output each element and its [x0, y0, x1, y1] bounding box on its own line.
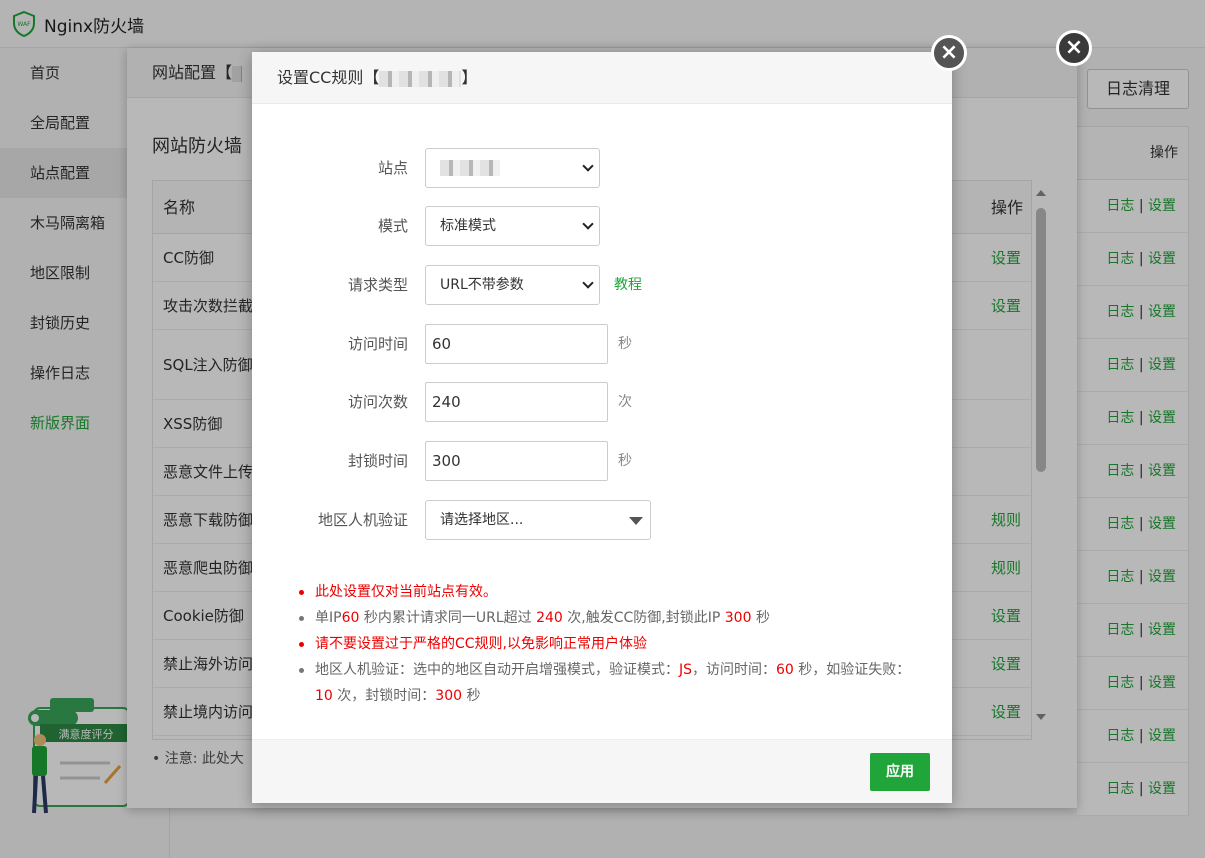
- tip-item: 地区人机验证：选中的地区自动开启增强模式，验证模式：JS，访问时间：60 秒，如…: [297, 657, 917, 709]
- cc-rule-title-text: 设置CC规则【: [277, 68, 380, 87]
- visit-time-row: 访问时间 60 秒: [252, 324, 952, 364]
- region-select[interactable]: 请选择地区...: [425, 500, 651, 540]
- mode-label: 模式: [377, 217, 408, 235]
- redacted-site-value: [440, 160, 500, 176]
- request-type-select[interactable]: URL不带参数: [425, 265, 600, 305]
- tip-text: ，访问时间：: [692, 662, 777, 678]
- close-site-config-icon[interactable]: ×: [1056, 30, 1092, 66]
- tip-value: 60: [341, 610, 360, 626]
- region-verify-label: 地区人机验证: [317, 511, 408, 529]
- redacted-site-name: [379, 70, 462, 87]
- site-select[interactable]: [425, 148, 600, 188]
- site-label: 站点: [377, 159, 408, 177]
- close-cc-rule-icon[interactable]: ×: [931, 35, 967, 71]
- mode-row: 模式 标准模式: [252, 206, 952, 246]
- cc-rule-footer: 应用: [252, 739, 952, 803]
- request-type-row: 请求类型 URL不带参数 教程: [252, 265, 952, 305]
- region-verify-row: 地区人机验证 请选择地区...: [252, 500, 952, 540]
- cc-rule-dialog: 设置CC规则【 】 站点 模式 标准模式 请求类型 URL不带参数 教程 访问时间…: [252, 52, 952, 803]
- tip-value: 300: [435, 688, 463, 704]
- apply-button[interactable]: 应用: [870, 753, 930, 791]
- tip-text: 秒内累计请求同一URL超过: [359, 610, 537, 626]
- block-time-row: 封锁时间 300 秒: [252, 441, 952, 481]
- visit-count-row: 访问次数 240 次: [252, 382, 952, 422]
- tip-text: 次,触发CC防御,封锁此IP: [562, 610, 725, 626]
- tip-value: 300: [724, 610, 752, 626]
- tip-value: 60: [776, 662, 794, 678]
- visit-count-input[interactable]: 240: [425, 382, 608, 422]
- block-time-unit: 秒: [618, 453, 632, 469]
- visit-time-unit: 秒: [618, 336, 632, 352]
- chevron-down-icon: [582, 218, 594, 230]
- tip-text: 秒，如验证失败：: [793, 662, 911, 678]
- tip-text: 单IP: [315, 610, 342, 626]
- chevron-down-icon: [582, 277, 594, 289]
- tip-text: 地区人机验证：选中的地区自动开启增强模式，验证模式：: [315, 662, 679, 678]
- tip-text: 秒: [462, 688, 481, 704]
- mode-value: 标准模式: [440, 218, 496, 234]
- tips-list: 此处设置仅对当前站点有效。 单IP60 秒内累计请求同一URL超过 240 次,…: [297, 579, 917, 709]
- tip-item: 此处设置仅对当前站点有效。: [297, 579, 917, 605]
- visit-time-input[interactable]: 60: [425, 324, 608, 364]
- site-row: 站点: [252, 148, 952, 188]
- request-type-label: 请求类型: [347, 276, 408, 294]
- tip-text: 次，封锁时间：: [332, 688, 436, 704]
- tutorial-link[interactable]: 教程: [614, 265, 642, 305]
- tip-item: 请不要设置过于严格的CC规则,以免影响正常用户体验: [297, 631, 917, 657]
- mode-select[interactable]: 标准模式: [425, 206, 600, 246]
- tip-value: 240: [536, 610, 563, 626]
- tip-value: JS: [679, 662, 693, 678]
- visit-time-label: 访问时间: [347, 335, 408, 353]
- tip-value: 10: [315, 688, 333, 704]
- visit-count-label: 访问次数: [347, 393, 408, 411]
- cc-rule-title: 设置CC规则【 】: [252, 52, 952, 104]
- tip-item: 单IP60 秒内累计请求同一URL超过 240 次,触发CC防御,封锁此IP 3…: [297, 605, 917, 631]
- request-type-value: URL不带参数: [440, 277, 524, 293]
- caret-down-icon: [629, 517, 643, 525]
- region-select-placeholder: 请选择地区...: [440, 512, 524, 528]
- block-time-label: 封锁时间: [347, 452, 408, 470]
- block-time-input[interactable]: 300: [425, 441, 608, 481]
- tip-text: 秒: [751, 610, 770, 626]
- cc-rule-title-end: 】: [461, 68, 478, 87]
- chevron-down-icon: [582, 160, 594, 172]
- visit-count-unit: 次: [618, 394, 632, 410]
